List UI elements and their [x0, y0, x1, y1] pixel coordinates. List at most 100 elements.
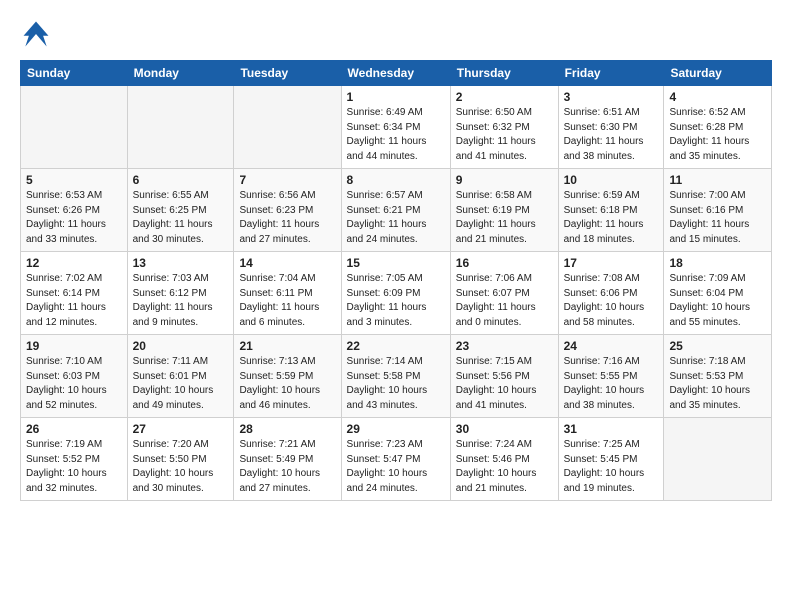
- calendar-cell: 29 Sunrise: 7:23 AM Sunset: 5:47 PM Dayli…: [341, 418, 450, 501]
- day-info: Sunrise: 7:04 AM Sunset: 6:11 PM Dayligh…: [239, 272, 335, 330]
- calendar-cell: 22 Sunrise: 7:14 AM Sunset: 5:58 PM Dayli…: [341, 335, 450, 418]
- day-info: Sunrise: 6:53 AM Sunset: 6:26 PM Dayligh…: [26, 189, 122, 247]
- day-number: 5: [26, 173, 122, 187]
- day-number: 25: [669, 339, 766, 353]
- day-info: Sunrise: 7:13 AM Sunset: 5:59 PM Dayligh…: [239, 355, 335, 413]
- day-number: 22: [347, 339, 445, 353]
- day-info: Sunrise: 6:52 AM Sunset: 6:28 PM Dayligh…: [669, 106, 766, 164]
- day-info: Sunrise: 7:06 AM Sunset: 6:07 PM Dayligh…: [456, 272, 553, 330]
- day-info: Sunrise: 6:59 AM Sunset: 6:18 PM Dayligh…: [564, 189, 659, 247]
- day-number: 24: [564, 339, 659, 353]
- day-number: 15: [347, 256, 445, 270]
- calendar-cell: 12Sunrise: 7:02 AM Sunset: 6:14 PM Dayli…: [21, 252, 128, 335]
- calendar: SundayMondayTuesdayWednesdayThursdayFrid…: [20, 60, 772, 501]
- calendar-cell: 19 Sunrise: 7:10 AM Sunset: 6:03 PM Dayli…: [21, 335, 128, 418]
- header: [20, 18, 772, 50]
- calendar-row-1: 1Sunrise: 6:49 AM Sunset: 6:34 PM Daylig…: [21, 86, 772, 169]
- calendar-cell: 3 Sunrise: 6:51 AM Sunset: 6:30 PM Daylig…: [558, 86, 664, 169]
- day-info: Sunrise: 7:03 AM Sunset: 6:12 PM Dayligh…: [133, 272, 229, 330]
- day-number: 28: [239, 422, 335, 436]
- weekday-header-sunday: Sunday: [21, 61, 128, 86]
- logo: [20, 18, 56, 50]
- day-number: 11: [669, 173, 766, 187]
- day-number: 29: [347, 422, 445, 436]
- day-number: 30: [456, 422, 553, 436]
- calendar-cell: 24Sunrise: 7:16 AM Sunset: 5:55 PM Dayli…: [558, 335, 664, 418]
- calendar-cell: 5 Sunrise: 6:53 AM Sunset: 6:26 PM Daylig…: [21, 169, 128, 252]
- weekday-header-thursday: Thursday: [450, 61, 558, 86]
- day-info: Sunrise: 6:51 AM Sunset: 6:30 PM Dayligh…: [564, 106, 659, 164]
- calendar-row-5: 26 Sunrise: 7:19 AM Sunset: 5:52 PM Dayli…: [21, 418, 772, 501]
- calendar-cell: 20 Sunrise: 7:11 AM Sunset: 6:01 PM Dayli…: [127, 335, 234, 418]
- day-number: 14: [239, 256, 335, 270]
- day-number: 12: [26, 256, 122, 270]
- calendar-cell: 26 Sunrise: 7:19 AM Sunset: 5:52 PM Dayli…: [21, 418, 128, 501]
- day-info: Sunrise: 7:09 AM Sunset: 6:04 PM Dayligh…: [669, 272, 766, 330]
- day-info: Sunrise: 7:08 AM Sunset: 6:06 PM Dayligh…: [564, 272, 659, 330]
- day-info: Sunrise: 7:24 AM Sunset: 5:46 PM Dayligh…: [456, 438, 553, 496]
- day-number: 9: [456, 173, 553, 187]
- day-number: 18: [669, 256, 766, 270]
- calendar-row-4: 19 Sunrise: 7:10 AM Sunset: 6:03 PM Dayli…: [21, 335, 772, 418]
- day-number: 16: [456, 256, 553, 270]
- day-info: Sunrise: 6:56 AM Sunset: 6:23 PM Dayligh…: [239, 189, 335, 247]
- day-info: Sunrise: 7:15 AM Sunset: 5:56 PM Dayligh…: [456, 355, 553, 413]
- day-number: 10: [564, 173, 659, 187]
- calendar-cell: 4 Sunrise: 6:52 AM Sunset: 6:28 PM Daylig…: [664, 86, 772, 169]
- page: SundayMondayTuesdayWednesdayThursdayFrid…: [0, 0, 792, 519]
- day-info: Sunrise: 7:19 AM Sunset: 5:52 PM Dayligh…: [26, 438, 122, 496]
- calendar-cell: 6Sunrise: 6:55 AM Sunset: 6:25 PM Daylig…: [127, 169, 234, 252]
- calendar-cell: 7 Sunrise: 6:56 AM Sunset: 6:23 PM Daylig…: [234, 169, 341, 252]
- day-info: Sunrise: 7:25 AM Sunset: 5:45 PM Dayligh…: [564, 438, 659, 496]
- day-number: 21: [239, 339, 335, 353]
- day-info: Sunrise: 7:21 AM Sunset: 5:49 PM Dayligh…: [239, 438, 335, 496]
- day-number: 19: [26, 339, 122, 353]
- calendar-cell: 31Sunrise: 7:25 AM Sunset: 5:45 PM Dayli…: [558, 418, 664, 501]
- calendar-cell: [127, 86, 234, 169]
- day-info: Sunrise: 7:14 AM Sunset: 5:58 PM Dayligh…: [347, 355, 445, 413]
- day-info: Sunrise: 7:18 AM Sunset: 5:53 PM Dayligh…: [669, 355, 766, 413]
- day-number: 4: [669, 90, 766, 104]
- calendar-cell: 18 Sunrise: 7:09 AM Sunset: 6:04 PM Dayli…: [664, 252, 772, 335]
- calendar-cell: 15 Sunrise: 7:05 AM Sunset: 6:09 PM Dayli…: [341, 252, 450, 335]
- calendar-cell: 25 Sunrise: 7:18 AM Sunset: 5:53 PM Dayli…: [664, 335, 772, 418]
- day-info: Sunrise: 6:57 AM Sunset: 6:21 PM Dayligh…: [347, 189, 445, 247]
- calendar-row-3: 12Sunrise: 7:02 AM Sunset: 6:14 PM Dayli…: [21, 252, 772, 335]
- weekday-header-friday: Friday: [558, 61, 664, 86]
- day-info: Sunrise: 7:23 AM Sunset: 5:47 PM Dayligh…: [347, 438, 445, 496]
- day-number: 27: [133, 422, 229, 436]
- calendar-cell: [234, 86, 341, 169]
- calendar-cell: 8 Sunrise: 6:57 AM Sunset: 6:21 PM Daylig…: [341, 169, 450, 252]
- day-number: 8: [347, 173, 445, 187]
- day-info: Sunrise: 6:49 AM Sunset: 6:34 PM Dayligh…: [347, 106, 445, 164]
- day-number: 7: [239, 173, 335, 187]
- day-number: 17: [564, 256, 659, 270]
- day-info: Sunrise: 7:05 AM Sunset: 6:09 PM Dayligh…: [347, 272, 445, 330]
- calendar-cell: 28 Sunrise: 7:21 AM Sunset: 5:49 PM Dayli…: [234, 418, 341, 501]
- day-info: Sunrise: 7:10 AM Sunset: 6:03 PM Dayligh…: [26, 355, 122, 413]
- calendar-cell: 17 Sunrise: 7:08 AM Sunset: 6:06 PM Dayli…: [558, 252, 664, 335]
- calendar-cell: 21 Sunrise: 7:13 AM Sunset: 5:59 PM Dayli…: [234, 335, 341, 418]
- day-number: 20: [133, 339, 229, 353]
- day-number: 13: [133, 256, 229, 270]
- calendar-cell: 27Sunrise: 7:20 AM Sunset: 5:50 PM Dayli…: [127, 418, 234, 501]
- calendar-cell: 10 Sunrise: 6:59 AM Sunset: 6:18 PM Dayli…: [558, 169, 664, 252]
- calendar-cell: 30 Sunrise: 7:24 AM Sunset: 5:46 PM Dayli…: [450, 418, 558, 501]
- calendar-cell: 1Sunrise: 6:49 AM Sunset: 6:34 PM Daylig…: [341, 86, 450, 169]
- day-number: 3: [564, 90, 659, 104]
- calendar-row-2: 5 Sunrise: 6:53 AM Sunset: 6:26 PM Daylig…: [21, 169, 772, 252]
- calendar-cell: 16 Sunrise: 7:06 AM Sunset: 6:07 PM Dayli…: [450, 252, 558, 335]
- day-number: 26: [26, 422, 122, 436]
- calendar-cell: 2Sunrise: 6:50 AM Sunset: 6:32 PM Daylig…: [450, 86, 558, 169]
- calendar-cell: 11Sunrise: 7:00 AM Sunset: 6:16 PM Dayli…: [664, 169, 772, 252]
- calendar-cell: 14 Sunrise: 7:04 AM Sunset: 6:11 PM Dayli…: [234, 252, 341, 335]
- calendar-cell: 9 Sunrise: 6:58 AM Sunset: 6:19 PM Daylig…: [450, 169, 558, 252]
- calendar-cell: [664, 418, 772, 501]
- calendar-cell: 13 Sunrise: 7:03 AM Sunset: 6:12 PM Dayli…: [127, 252, 234, 335]
- day-number: 6: [133, 173, 229, 187]
- weekday-header-monday: Monday: [127, 61, 234, 86]
- weekday-header-row: SundayMondayTuesdayWednesdayThursdayFrid…: [21, 61, 772, 86]
- day-number: 2: [456, 90, 553, 104]
- day-info: Sunrise: 6:58 AM Sunset: 6:19 PM Dayligh…: [456, 189, 553, 247]
- day-info: Sunrise: 7:11 AM Sunset: 6:01 PM Dayligh…: [133, 355, 229, 413]
